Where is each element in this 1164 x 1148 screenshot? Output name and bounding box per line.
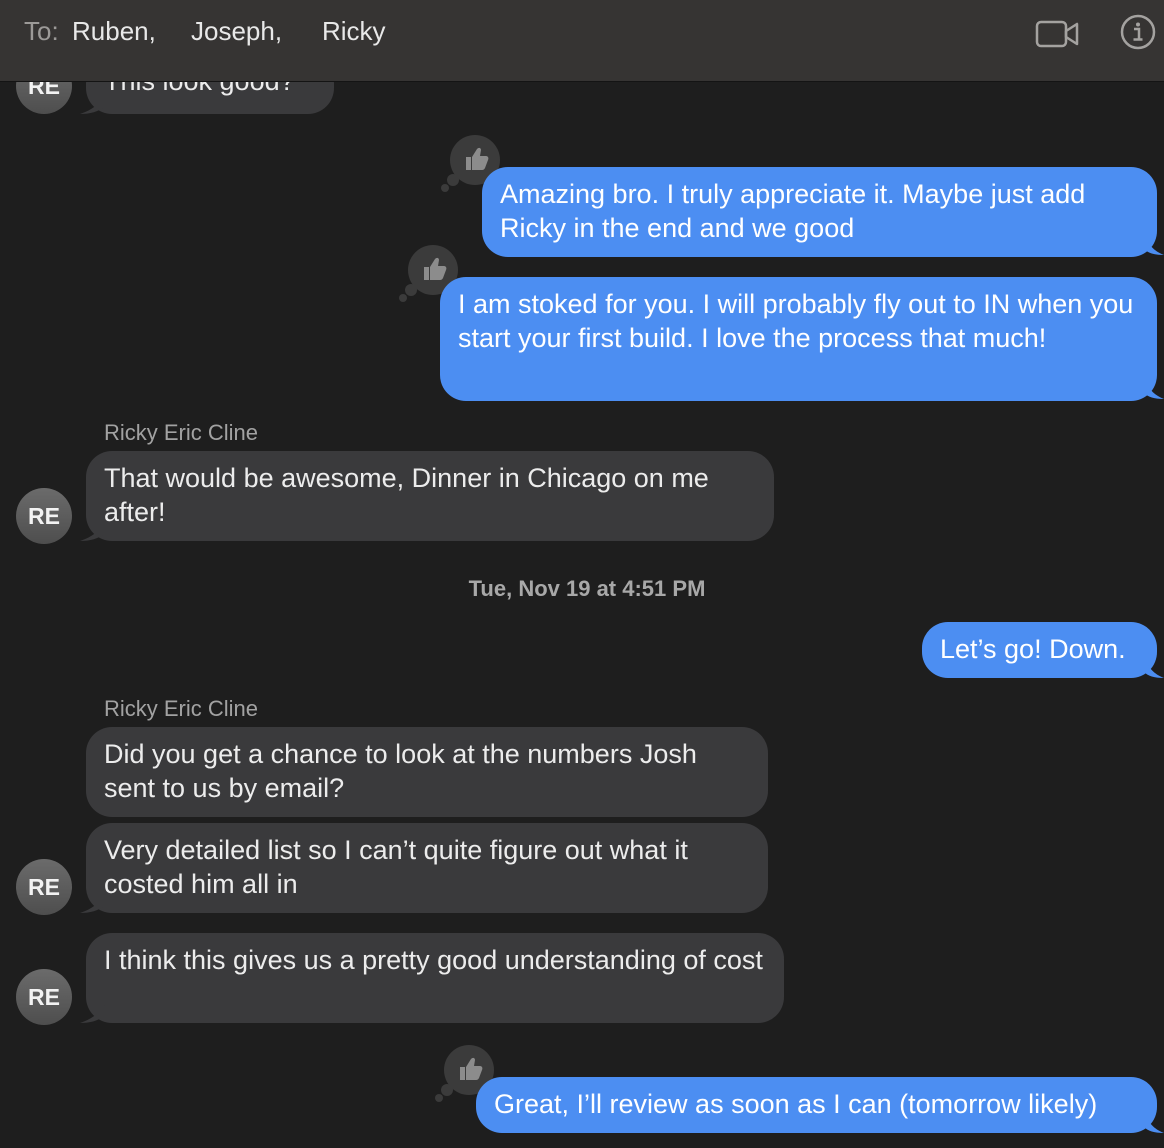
avatar[interactable]: RE — [16, 82, 72, 114]
bubble-tail — [1144, 233, 1164, 255]
timestamp-divider: Tue, Nov 19 at 4:51 PM — [468, 576, 706, 601]
message-bubble-incoming[interactable]: This look good? — [86, 82, 334, 114]
message-bubble-incoming[interactable]: Very detailed list so I can’t quite figu… — [86, 823, 768, 913]
bubble-tail — [1144, 656, 1164, 678]
message-bubble-incoming[interactable]: That would be awesome, Dinner in Chicago… — [86, 451, 774, 541]
message-bubble-outgoing[interactable]: Let’s go! Down. — [922, 622, 1157, 678]
bubble-tail — [80, 94, 106, 114]
bubble-tail — [1144, 1111, 1164, 1133]
sender-name: Ricky Eric Cline — [104, 420, 259, 445]
recipient-token[interactable]: Ricky — [322, 16, 386, 47]
conversation-transcript[interactable]: This look good? RE Amazing bro. I truly … — [0, 82, 1164, 1148]
info-icon[interactable] — [1114, 12, 1162, 52]
message-bubble-outgoing[interactable]: Amazing bro. I truly appreciate it. Mayb… — [482, 167, 1157, 257]
bubble-tail — [80, 521, 106, 541]
message-bubble-incoming[interactable]: Did you get a chance to look at the numb… — [86, 727, 768, 817]
bubble-tail — [1144, 377, 1164, 399]
sender-name: Ricky Eric Cline — [104, 696, 259, 721]
avatar[interactable]: RE — [16, 488, 72, 544]
message-bubble-outgoing[interactable]: I am stoked for you. I will probably fly… — [440, 277, 1157, 401]
recipient-token[interactable]: Joseph, — [191, 16, 282, 47]
messages-window: This look good? RE Amazing bro. I truly … — [0, 0, 1164, 1148]
avatar[interactable]: RE — [16, 969, 72, 1025]
bubble-tail — [80, 893, 106, 913]
bubble-tail — [80, 1003, 106, 1023]
avatar[interactable]: RE — [16, 859, 72, 915]
conversation-header: To: Ruben, Joseph, Ricky — [0, 0, 1164, 82]
message-bubble-incoming[interactable]: I think this gives us a pretty good unde… — [86, 933, 784, 1023]
video-camera-icon[interactable] — [1034, 14, 1082, 54]
message-bubble-outgoing[interactable]: Great, I’ll review as soon as I can (tom… — [476, 1077, 1157, 1133]
recipient-token[interactable]: Ruben, — [72, 16, 156, 47]
to-label: To: — [24, 16, 59, 46]
